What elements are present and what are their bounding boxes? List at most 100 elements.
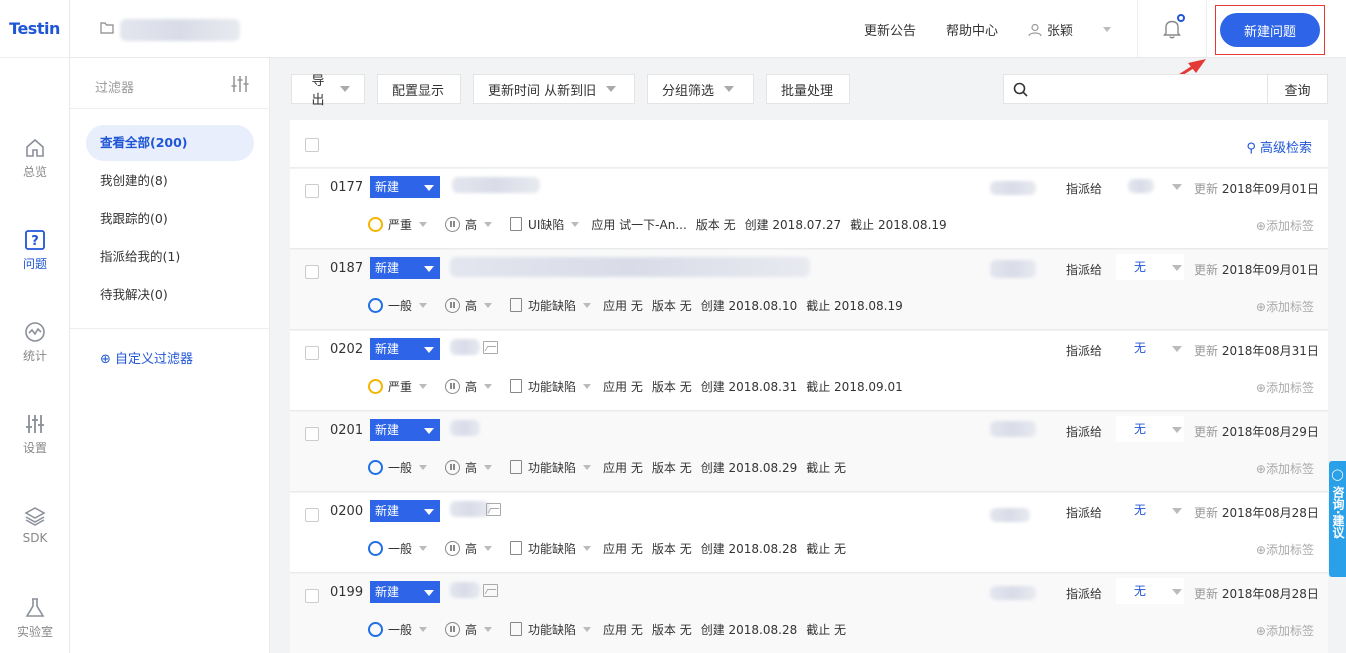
created-date: 创建 2018.08.28: [700, 622, 798, 637]
nav-item-sdk[interactable]: SDK: [0, 505, 70, 545]
type-dropdown[interactable]: UI缺陷: [528, 216, 564, 233]
severity-dropdown[interactable]: 严重: [388, 378, 412, 395]
priority-dropdown[interactable]: 高: [465, 621, 477, 638]
query-button[interactable]: 查询: [1267, 75, 1327, 103]
filter-item-created-by-me[interactable]: 我创建的(8): [86, 163, 254, 199]
filter-item-assigned-to-me[interactable]: 指派给我的(1): [86, 239, 254, 275]
select-all-checkbox[interactable]: [305, 138, 319, 152]
assign-label: 指派给: [1066, 182, 1103, 196]
type-dropdown[interactable]: 功能缺陷: [528, 297, 576, 314]
add-tag-button[interactable]: ⊕添加标签: [1256, 622, 1314, 639]
row-checkbox[interactable]: [305, 508, 319, 522]
document-icon: [510, 622, 523, 636]
type-dropdown[interactable]: 功能缺陷: [528, 378, 576, 395]
issue-title-redacted[interactable]: [452, 177, 540, 193]
severity-icon: [368, 216, 383, 232]
user-menu[interactable]: 张颖: [1028, 20, 1112, 39]
priority-dropdown[interactable]: 高: [465, 459, 477, 476]
severity-dropdown[interactable]: 一般: [388, 459, 412, 476]
issue-title-redacted[interactable]: [450, 582, 480, 598]
chevron-down-icon: [583, 545, 592, 551]
export-label: 导出: [311, 74, 325, 108]
row-checkbox[interactable]: [305, 265, 319, 279]
issue-meta: 严重 高 UI缺陷 应用 试一下-An... 版本 无 创建 2018.07.2…: [368, 214, 956, 234]
export-dropdown[interactable]: 导出: [291, 74, 365, 108]
issue-title-redacted[interactable]: [450, 420, 480, 436]
group-filter-label: 分组筛选: [662, 83, 715, 99]
type-dropdown[interactable]: 功能缺陷: [528, 621, 576, 638]
notifications[interactable]: [1137, 0, 1207, 58]
reporter-redacted: [990, 421, 1036, 437]
severity-icon: [368, 297, 383, 313]
severity-dropdown[interactable]: 一般: [388, 621, 412, 638]
severity-dropdown[interactable]: 一般: [388, 297, 412, 314]
app-info: 应用 无: [603, 298, 643, 313]
issue-row[interactable]: 0201 新建 指派给 无 更新 2018年08月29日 一般 高 功能缺陷 应…: [290, 412, 1328, 492]
group-filter-dropdown[interactable]: 分组筛选: [647, 74, 754, 104]
advanced-search-link[interactable]: ⚲ 高级检索: [1246, 137, 1312, 156]
status-dropdown[interactable]: 新建: [370, 419, 440, 441]
issue-row[interactable]: 0187 新建 指派给 无 更新 2018年09月01日 一般 高 功能缺陷 应…: [290, 250, 1328, 330]
issue-row[interactable]: 0200 新建 指派给 无 更新 2018年08月28日 一般 高 功能缺陷 应…: [290, 493, 1328, 573]
status-dropdown[interactable]: 新建: [370, 257, 440, 279]
issue-title-redacted[interactable]: [450, 501, 490, 517]
assign-label: 指派给: [1066, 344, 1103, 358]
issue-row[interactable]: 0202 新建 指派给 无 更新 2018年08月31日 严重 高 功能缺陷 应…: [290, 331, 1328, 411]
row-checkbox[interactable]: [305, 184, 319, 198]
filter-item-pending-me[interactable]: 待我解决(0): [86, 277, 254, 313]
nav-item-settings[interactable]: 设置: [0, 413, 70, 456]
row-checkbox[interactable]: [305, 427, 319, 441]
nav-item-issues[interactable]: ? 问题: [0, 229, 70, 272]
type-dropdown[interactable]: 功能缺陷: [528, 540, 576, 557]
app-logo[interactable]: Testin: [0, 0, 69, 58]
issue-title-redacted[interactable]: [450, 339, 480, 355]
nav-item-stats[interactable]: 统计: [0, 321, 70, 364]
announcement-link[interactable]: 更新公告: [864, 20, 916, 39]
add-tag-button[interactable]: ⊕添加标签: [1256, 217, 1314, 234]
filter-item-all[interactable]: 查看全部(200): [86, 125, 254, 161]
issue-title-redacted[interactable]: [450, 257, 810, 277]
status-dropdown[interactable]: 新建: [370, 500, 440, 522]
help-center-link[interactable]: 帮助中心: [946, 20, 998, 39]
created-date: 创建 2018.08.31: [700, 379, 798, 394]
sort-dropdown[interactable]: 更新时间 从新到旧: [473, 74, 635, 104]
assignee-value: 无: [1134, 503, 1147, 517]
severity-dropdown[interactable]: 一般: [388, 540, 412, 557]
new-issue-button[interactable]: 新建问题: [1220, 13, 1320, 47]
display-config-button[interactable]: 配置显示: [377, 74, 461, 104]
batch-process-button[interactable]: 批量处理: [766, 74, 850, 104]
issue-id: 0202: [330, 342, 364, 357]
row-checkbox[interactable]: [305, 589, 319, 603]
deadline-date: 截止 2018.08.19: [850, 217, 947, 232]
document-icon: [510, 217, 523, 231]
nav-item-overview[interactable]: 总览: [0, 137, 70, 180]
add-tag-button[interactable]: ⊕添加标签: [1256, 379, 1314, 396]
add-tag-button[interactable]: ⊕添加标签: [1256, 541, 1314, 558]
add-tag-button[interactable]: ⊕添加标签: [1256, 298, 1314, 315]
issue-meta: 一般 高 功能缺陷 应用 无 版本 无 创建 2018.08.10 截止 201…: [368, 295, 912, 315]
filter-settings-icon[interactable]: [230, 74, 250, 94]
project-name-redacted[interactable]: [120, 19, 240, 41]
filter-item-tracked-by-me[interactable]: 我跟踪的(0): [86, 201, 254, 237]
priority-dropdown[interactable]: 高: [465, 216, 477, 233]
severity-dropdown[interactable]: 严重: [388, 216, 412, 233]
issue-row[interactable]: 0177 新建 指派给 更新 2018年09月01日 严重 高 UI缺陷 应用 …: [290, 169, 1328, 249]
priority-dropdown[interactable]: 高: [465, 297, 477, 314]
row-checkbox[interactable]: [305, 346, 319, 360]
consult-feedback-tab[interactable]: ◯ 咨询·建议: [1329, 461, 1346, 577]
nav-item-lab[interactable]: 实验室: [0, 597, 70, 640]
type-dropdown[interactable]: 功能缺陷: [528, 459, 576, 476]
status-dropdown[interactable]: 新建: [370, 176, 440, 198]
priority-dropdown[interactable]: 高: [465, 540, 477, 557]
search-input[interactable]: [1034, 75, 1264, 103]
custom-filter-link[interactable]: ⊕ 自定义过滤器: [100, 348, 193, 367]
status-dropdown[interactable]: 新建: [370, 581, 440, 603]
issue-row[interactable]: 0199 新建 指派给 无 更新 2018年08月28日 一般 高 功能缺陷 应…: [290, 574, 1328, 653]
priority-icon: [445, 297, 461, 313]
status-dropdown[interactable]: 新建: [370, 338, 440, 360]
priority-dropdown[interactable]: 高: [465, 378, 477, 395]
question-icon: ?: [25, 230, 45, 250]
chevron-down-icon: [419, 383, 428, 389]
add-tag-label: 添加标签: [1265, 543, 1314, 557]
add-tag-button[interactable]: ⊕添加标签: [1256, 460, 1314, 477]
